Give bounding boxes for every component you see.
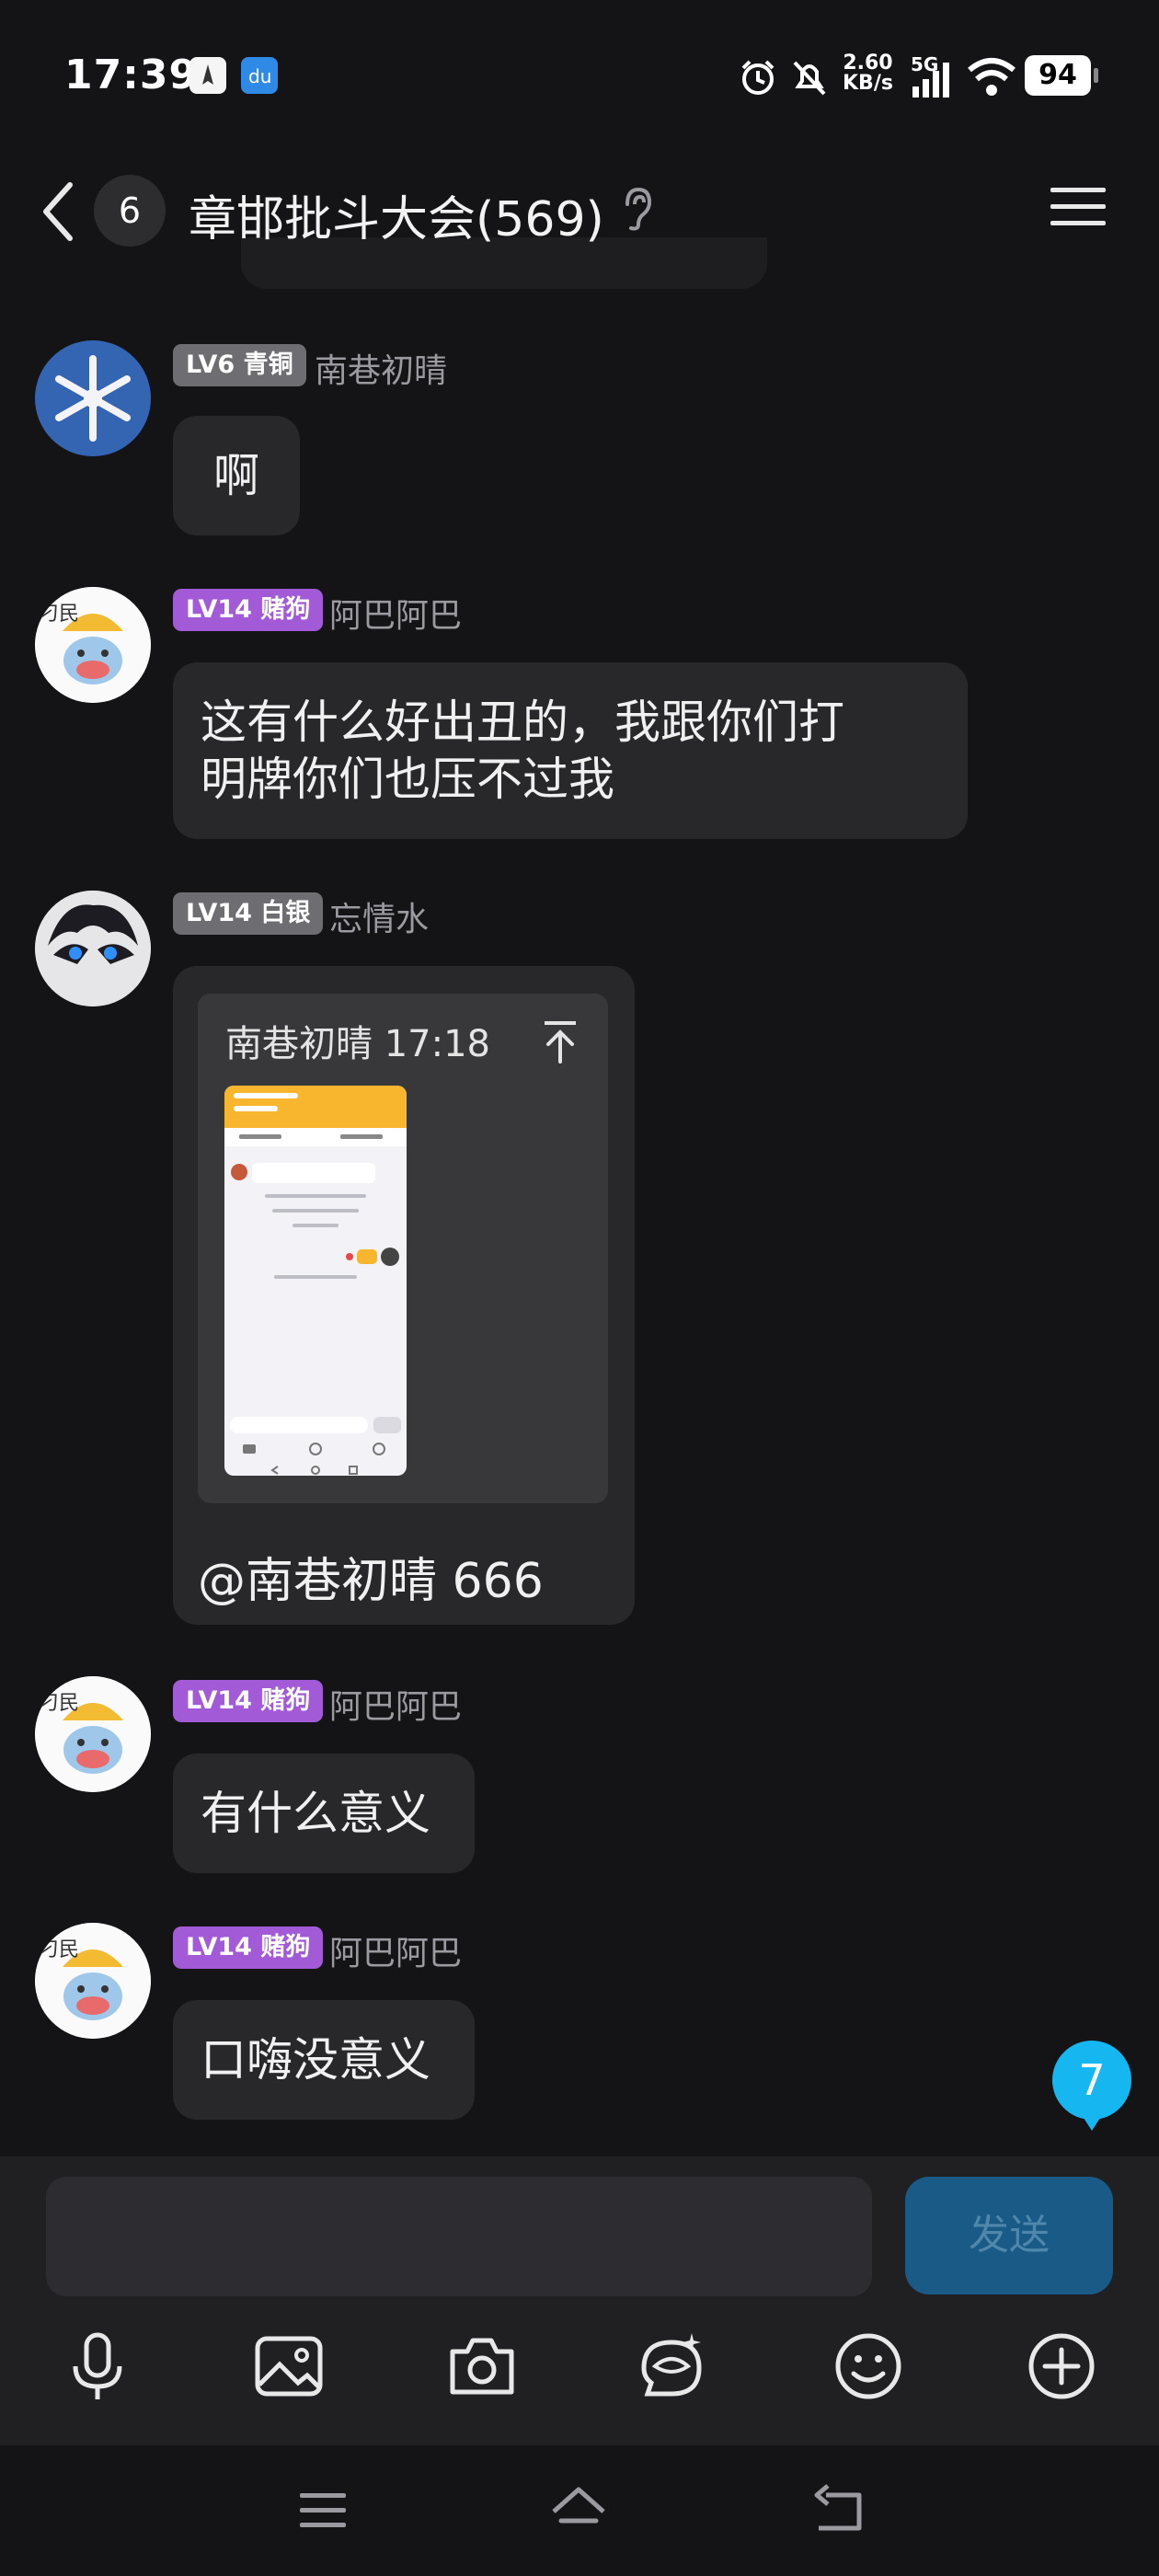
menu-button[interactable] xyxy=(1049,184,1107,230)
new-messages-button[interactable]: 7 xyxy=(1052,2041,1131,2131)
ear-icon[interactable] xyxy=(618,186,655,232)
alarm-icon xyxy=(736,55,780,99)
cartoon-avatar-icon: 刁民 xyxy=(35,1923,151,2039)
signal-icon xyxy=(909,59,953,98)
message-input[interactable] xyxy=(46,2177,872,2296)
svg-text:刁民: 刁民 xyxy=(39,1938,79,1961)
cartoon-avatar-icon: 刁民 xyxy=(35,1676,151,1792)
mute-bell-icon xyxy=(787,55,832,99)
avatar[interactable] xyxy=(35,340,151,456)
anime-avatar-icon xyxy=(35,891,151,1006)
message-bubble[interactable]: 有什么意义 xyxy=(173,1754,475,1873)
level-badge: LV14 赌狗 xyxy=(173,1926,324,1969)
sender-name[interactable]: 阿巴阿巴 xyxy=(329,589,462,637)
unread-count-badge[interactable]: 6 xyxy=(94,175,166,247)
avatar[interactable]: 刁民 xyxy=(35,587,151,703)
battery-indicator: 94 xyxy=(1025,55,1098,96)
back-icon[interactable] xyxy=(808,2480,868,2541)
avatar[interactable]: 刁民 xyxy=(35,1676,151,1792)
menu-icon[interactable] xyxy=(293,2480,353,2541)
app-notification-icon xyxy=(189,57,226,94)
message-text: @南巷初晴 666 xyxy=(198,1554,544,1609)
quote-sender-time: 南巷初晴 17:18 xyxy=(225,1023,490,1065)
sender-name[interactable]: 阿巴阿巴 xyxy=(329,1926,462,1974)
baidu-notification-icon: du xyxy=(241,57,278,94)
message-bubble[interactable]: 啊 xyxy=(173,416,300,535)
message-text: 这有什么好出丑的，我跟你们打 xyxy=(201,696,844,749)
net-speed: 2.60 KB/s xyxy=(843,52,893,95)
level-badge: LV14 赌狗 xyxy=(173,589,324,631)
sender-name[interactable]: 南巷初晴 xyxy=(315,344,447,392)
message-text: 明牌你们也压不过我 xyxy=(201,753,614,806)
message-bubble[interactable]: 口嗨没意义 xyxy=(173,2000,475,2120)
chat-title[interactable]: 章邯批斗大会(569) xyxy=(189,180,604,249)
hamburger-icon xyxy=(1050,188,1106,225)
svg-text:刁民: 刁民 xyxy=(39,1692,79,1715)
magic-emoji-icon[interactable] xyxy=(635,2329,708,2403)
plus-icon[interactable] xyxy=(1025,2329,1098,2403)
cartoon-avatar-icon: 刁民 xyxy=(35,587,151,703)
sender-name[interactable]: 忘情水 xyxy=(329,892,429,940)
svg-text:刁民: 刁民 xyxy=(39,603,79,626)
image-icon[interactable] xyxy=(252,2329,326,2403)
home-icon[interactable] xyxy=(548,2480,609,2541)
level-badge: LV6 青铜 xyxy=(173,344,306,386)
svg-text:du: du xyxy=(248,65,271,87)
sender-name[interactable]: 阿巴阿巴 xyxy=(329,1680,462,1728)
wifi-icon xyxy=(966,55,1017,99)
back-button[interactable] xyxy=(37,179,83,244)
avatar[interactable]: 刁民 xyxy=(35,1923,151,2039)
screenshot-thumbnail[interactable] xyxy=(224,1086,407,1476)
snowflake-avatar-icon xyxy=(35,340,151,456)
send-button[interactable]: 发送 xyxy=(905,2177,1113,2294)
emoji-icon[interactable] xyxy=(832,2329,905,2403)
avatar[interactable] xyxy=(35,891,151,1006)
camera-icon[interactable] xyxy=(445,2329,519,2403)
jump-to-quote-button[interactable] xyxy=(541,1019,580,1064)
status-time: 17:39 xyxy=(64,52,199,98)
microphone-icon[interactable] xyxy=(61,2329,134,2403)
arrow-up-icon xyxy=(545,1021,576,1064)
level-badge: LV14 白银 xyxy=(173,892,324,935)
chevron-left-icon xyxy=(43,182,73,241)
message-bubble[interactable]: 这有什么好出丑的，我跟你们打 明牌你们也压不过我 xyxy=(173,662,968,839)
level-badge: LV14 赌狗 xyxy=(173,1680,324,1722)
